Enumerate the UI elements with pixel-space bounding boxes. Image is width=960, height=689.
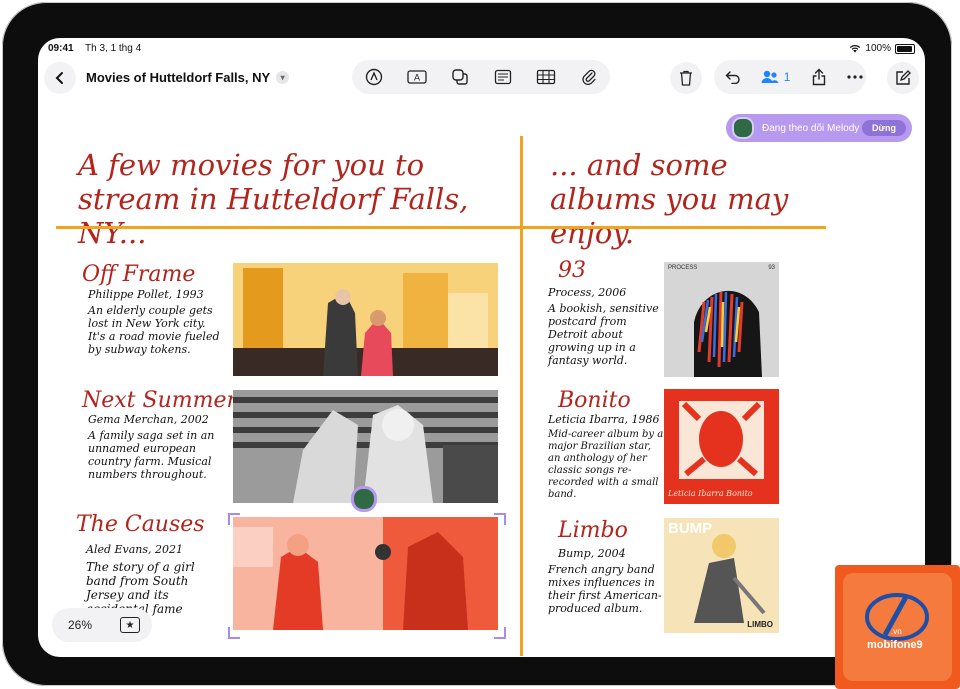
svg-text:A: A (413, 73, 419, 83)
zoom-control[interactable]: 26% ★ (52, 608, 152, 642)
watermark-domain: .vn (891, 627, 902, 636)
collaborators-button[interactable]: 1 (760, 69, 791, 85)
album-description: French angry band mixes influences in th… (548, 563, 662, 615)
album-title: Limbo (558, 518, 628, 543)
share-icon[interactable] (808, 66, 830, 88)
compose-icon (896, 70, 911, 85)
collaboration-icon (761, 70, 779, 83)
star-icon[interactable]: ★ (120, 617, 140, 633)
watermark-brand: mobifone9 (867, 639, 923, 651)
album-title: Bonito (558, 388, 631, 413)
sticky-note-icon[interactable] (492, 66, 514, 88)
share-toolbar: 1 (714, 60, 866, 94)
wifi-icon (850, 44, 861, 53)
movie-meta: Aled Evans, 2021 (86, 543, 184, 556)
watermark-logo: mobifone9 .vn (835, 565, 960, 689)
collaborator-cursor-avatar (351, 486, 377, 512)
movie-title: The Causes (76, 512, 205, 537)
album-meta: Leticia Ibarra, 1986 (548, 413, 660, 426)
cover-label: Leticia Ibarra Bonito (668, 489, 753, 498)
delete-button[interactable] (670, 62, 702, 94)
ipad-frame: 09:41 Th 3, 1 thg 4 100% Movies of Hutte… (2, 2, 952, 686)
status-right: 100% (849, 43, 915, 54)
zoom-level: 26% (68, 618, 93, 632)
shapes-icon[interactable] (449, 66, 471, 88)
more-icon[interactable] (844, 66, 866, 88)
album-meta: Bump, 2004 (558, 547, 626, 560)
movie-title: Next Summer (82, 388, 238, 413)
avatar (732, 117, 754, 139)
stop-following-button[interactable]: Dừng (861, 120, 906, 136)
divider-horizontal (56, 226, 826, 229)
paperclip-icon[interactable] (578, 66, 600, 88)
movie-description: A family saga set in an unnamed european… (88, 429, 215, 481)
status-bar: 09:41 Th 3, 1 thg 4 100% (48, 43, 915, 57)
table-icon[interactable] (535, 66, 557, 88)
album-meta: Process, 2006 (548, 286, 627, 299)
pen-tool-icon[interactable] (363, 66, 385, 88)
heading-albums: ... and some albums you may enjoy. (550, 148, 789, 250)
screen: 09:41 Th 3, 1 thg 4 100% Movies of Hutte… (38, 38, 925, 657)
insert-toolbar: A (352, 60, 610, 94)
undo-icon[interactable] (722, 66, 744, 88)
cover-sublabel: LIMBO (747, 620, 773, 629)
album-title: 93 (558, 258, 586, 283)
board-title-button[interactable]: Movies of Hutteldorf Falls, NY ▾ (86, 70, 290, 85)
following-banner: Đang theo dõi Melody Dừng (726, 114, 912, 142)
back-button[interactable] (44, 62, 76, 94)
divider-vertical (520, 136, 523, 656)
album-cover-bonito[interactable]: Leticia Ibarra Bonito (664, 389, 779, 504)
heading-movies: A few movies for you to stream in Huttel… (78, 148, 469, 250)
movie-description: An elderly couple gets lost in New York … (88, 304, 220, 356)
album-cover-limbo[interactable]: BUMP LIMBO (664, 518, 779, 633)
album-description: A bookish, sensitive postcard from Detro… (548, 302, 659, 367)
album-description: Mid-career album by a major Brazilian st… (548, 429, 664, 500)
text-box-icon[interactable]: A (406, 66, 428, 88)
movie-poster-off-frame[interactable] (233, 263, 498, 376)
new-board-button[interactable] (887, 62, 919, 94)
movie-meta: Gema Merchan, 2002 (88, 413, 209, 426)
movie-title: Off Frame (82, 262, 196, 287)
following-text: Đang theo dõi Melody (762, 122, 860, 134)
album-cover-93[interactable]: PROCESS 93 (664, 262, 779, 377)
movie-meta: Philippe Pollet, 1993 (88, 288, 204, 301)
chevron-left-icon (55, 72, 63, 84)
trash-icon (680, 70, 692, 86)
selection-handles (228, 513, 506, 639)
chevron-down-icon[interactable]: ▾ (276, 71, 290, 84)
status-time: 09:41 (48, 43, 74, 54)
battery-percent: 100% (865, 43, 891, 54)
collaborator-count: 1 (783, 70, 791, 84)
battery-icon (895, 43, 915, 54)
board-title: Movies of Hutteldorf Falls, NY (86, 70, 271, 85)
status-date: Th 3, 1 thg 4 (85, 43, 142, 54)
